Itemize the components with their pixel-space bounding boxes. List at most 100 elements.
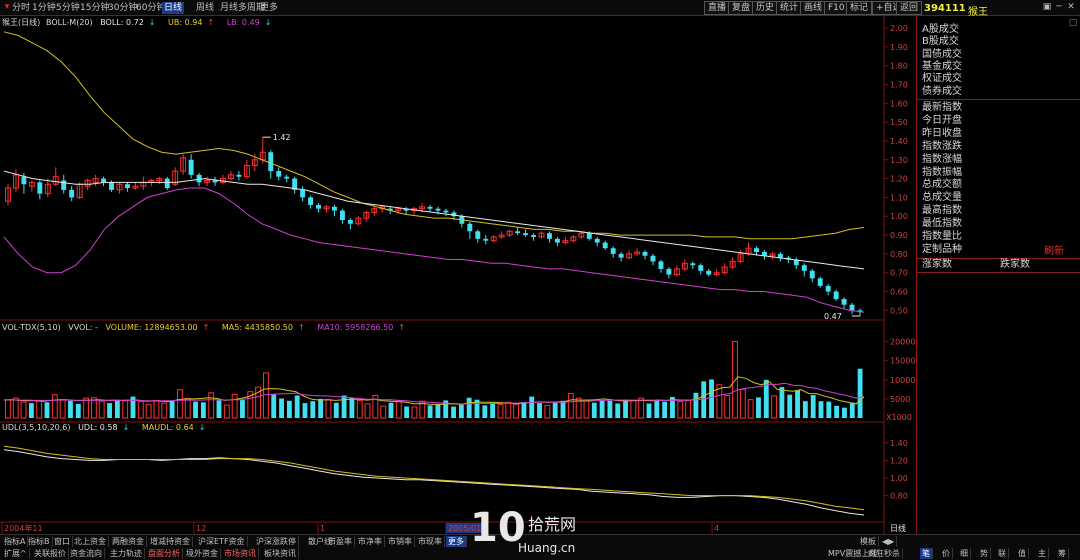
indicator-tab-11[interactable]: 市销率 <box>386 536 415 547</box>
volume-bar <box>709 379 714 418</box>
index-item-9[interactable]: 最低指数 <box>922 218 962 230</box>
minimize-icon[interactable]: ─ <box>1054 2 1064 13</box>
quick-panel-4[interactable]: 细 <box>958 548 971 559</box>
index-item-7[interactable]: 总成交量 <box>922 192 962 204</box>
volume-bar <box>223 404 230 419</box>
x-axis-label: 1 <box>320 524 325 533</box>
extension-tab-6[interactable]: 市场资讯 <box>222 548 259 559</box>
extension-tab-7[interactable]: 板块资讯 <box>262 548 299 559</box>
indicator-tab-9[interactable]: 市盈率 <box>326 536 355 547</box>
candle-body <box>833 291 839 300</box>
stock-code: 394111 <box>924 3 966 14</box>
vol-y-tick: 20000 <box>890 338 915 347</box>
extension-tab-1[interactable]: 关联报价 <box>32 548 69 559</box>
toolbar-button-3[interactable]: 统计 <box>776 1 803 15</box>
trade-item-4[interactable]: 权证成交 <box>922 73 962 85</box>
candle-body <box>801 265 807 271</box>
indicator-tab-7[interactable]: 沪深涨跌停 <box>254 536 299 547</box>
indicator-tab-4[interactable]: 两融资金 <box>110 536 147 547</box>
index-item-4[interactable]: 指数涨幅 <box>922 154 962 166</box>
volume-bar <box>411 406 418 419</box>
volume-bar <box>294 395 300 418</box>
quick-panel-8[interactable]: 主 <box>1036 548 1049 559</box>
index-item-1[interactable]: 今日开盘 <box>922 115 962 127</box>
quick-panel-9[interactable]: 筹 <box>1056 548 1069 559</box>
scroll-arrows-icon[interactable]: ◀▶ <box>880 536 898 547</box>
trade-item-1[interactable]: B股成交 <box>922 36 959 48</box>
period-tab-0[interactable]: 分时 <box>10 2 32 14</box>
volume-bar <box>4 399 11 419</box>
volume-bar <box>795 390 800 418</box>
indicator-tab-13[interactable]: 更多 <box>446 536 467 547</box>
indicator-tab-12[interactable]: 市现率 <box>416 536 445 547</box>
indicator-tab-2[interactable]: 窗口 <box>52 536 73 547</box>
extension-tab-5[interactable]: 境外资金 <box>184 548 221 559</box>
trade-item-0[interactable]: A股成交 <box>922 24 959 36</box>
toolbar-button-1[interactable]: 复盘 <box>728 1 755 15</box>
main-y-tick: 1.30 <box>890 156 908 165</box>
volume-bar <box>638 397 645 419</box>
extension-tab-3[interactable]: 主力轨迹 <box>108 548 145 559</box>
indicator-tab-1[interactable]: 指标B <box>26 536 53 547</box>
period-tag: 日线 <box>890 523 906 533</box>
period-tab-6[interactable]: 日线 <box>162 2 185 14</box>
vol-unit: X1000 <box>886 413 912 422</box>
candle-body <box>618 253 624 258</box>
index-item-11[interactable]: 定制品种 <box>922 244 962 256</box>
trade-item-5[interactable]: 债券成交 <box>922 86 962 98</box>
index-item-6[interactable]: 总成交额 <box>922 179 962 191</box>
toolbar-button-0[interactable]: 直播 <box>704 1 731 15</box>
volume-bar <box>231 393 238 419</box>
volume-bar <box>747 399 754 419</box>
candle-body <box>284 176 290 179</box>
candle-body <box>754 248 759 252</box>
quick-panel-7[interactable]: 值 <box>1016 548 1029 559</box>
trade-item-2[interactable]: 国债成交 <box>922 49 962 61</box>
volume-bar <box>208 392 215 419</box>
indicator-tab-3[interactable]: 北上资金 <box>72 536 109 547</box>
index-item-2[interactable]: 昨日收盘 <box>922 128 962 140</box>
toolbar-button-2[interactable]: 历史 <box>752 1 779 15</box>
candle-body <box>276 171 282 177</box>
quick-panel-6[interactable]: 联 <box>996 548 1009 559</box>
extension-tab-2[interactable]: 资金流向 <box>68 548 105 559</box>
udl-y-tick: 1.00 <box>890 474 908 483</box>
extension-tab-4[interactable]: 盘面分析 <box>146 548 183 559</box>
main-y-tick: 1.70 <box>890 80 908 89</box>
indicator-tab-6[interactable]: 沪深ETF资金 <box>196 536 248 547</box>
toolbar-button-4[interactable]: 画线 <box>800 1 827 15</box>
candle-body <box>523 233 529 236</box>
template-button[interactable]: 模板 <box>858 536 879 547</box>
quick-panel-2[interactable]: 笔 <box>920 548 933 559</box>
toolbar-button-5[interactable]: F10 <box>824 1 849 15</box>
boll-lb-line <box>3 187 865 313</box>
period-tab-10[interactable]: 更多 <box>258 2 280 14</box>
trade-item-3[interactable]: 基金成交 <box>922 61 962 73</box>
index-item-8[interactable]: 最高指数 <box>922 205 962 217</box>
chart-canvas[interactable]: 2.00 1.90 1.80 1.70 1.60 1.50 1.40 1.30 1.20 1.10… <box>0 16 916 534</box>
candle-body <box>196 174 202 183</box>
extension-tab-0[interactable]: 扩展^ <box>2 548 30 559</box>
main-y-tick: 1.90 <box>890 43 908 52</box>
indicator-tab-0[interactable]: 指标A <box>2 536 29 547</box>
volume-bar <box>333 402 339 418</box>
restore-icon[interactable]: ▣ <box>1042 2 1052 13</box>
indicator-tab-10[interactable]: 市净率 <box>356 536 385 547</box>
indicator-tab-5[interactable]: 增减持资金 <box>148 536 193 547</box>
refresh-button[interactable]: 刷新 <box>1044 246 1064 258</box>
quick-panel-1[interactable]: 疯狂秒杀 <box>866 548 903 559</box>
index-item-3[interactable]: 指数涨跌 <box>922 141 962 153</box>
volume-bar <box>153 399 160 419</box>
close-icon[interactable]: ✕ <box>1066 2 1076 13</box>
volume-bar <box>137 401 144 419</box>
period-tab-7[interactable]: 周线 <box>194 2 216 14</box>
index-item-5[interactable]: 指数振幅 <box>922 167 962 179</box>
candle-body <box>483 238 489 241</box>
toolbar-button-6[interactable]: 标记 <box>846 1 873 15</box>
quick-panel-5[interactable]: 势 <box>978 548 991 559</box>
vol-ma10-line <box>4 382 865 405</box>
quick-panel-3[interactable]: 价 <box>940 548 953 559</box>
maximize-icon[interactable]: ▢ <box>1068 18 1078 29</box>
index-item-0[interactable]: 最新指数 <box>922 102 962 114</box>
index-item-10[interactable]: 指数量比 <box>922 231 962 243</box>
